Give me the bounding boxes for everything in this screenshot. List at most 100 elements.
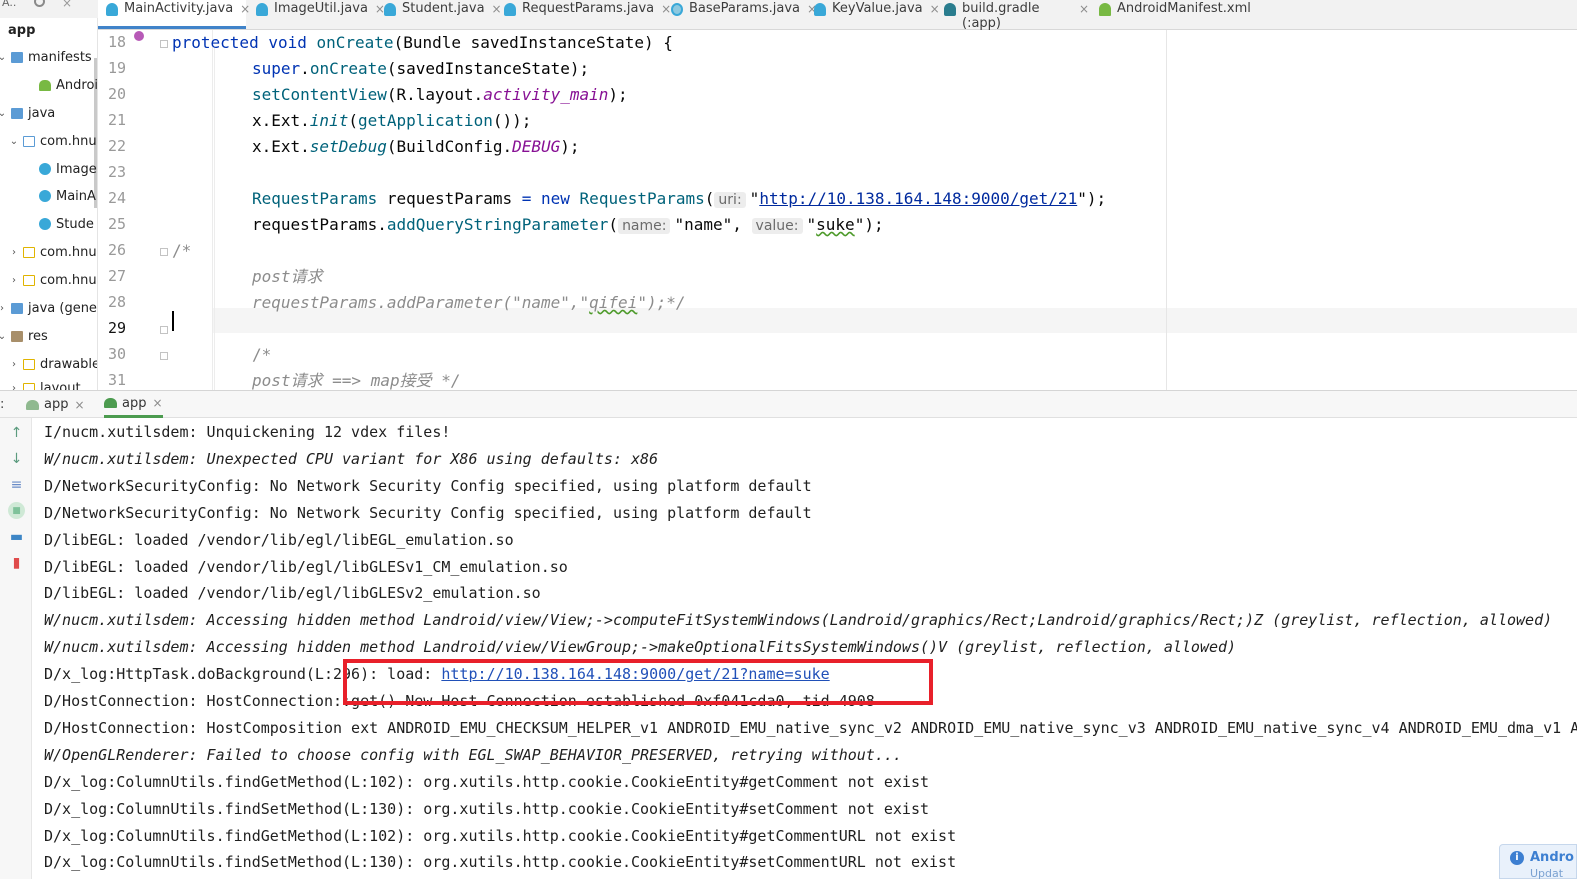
code-line-31[interactable]: post请求 ==> map接受 */ (252, 373, 461, 390)
editor-tab[interactable]: MainActivity.java × (98, 0, 250, 29)
quote: " (1077, 189, 1087, 208)
tree-node-label: res (28, 328, 48, 344)
code-editor[interactable]: 18 19 20 21 22 23 24 25 26 27 28 29 30 31 protected v… (98, 30, 1577, 390)
fold-marker-icon[interactable] (160, 40, 168, 48)
tree-node[interactable]: ⌄ manifests (0, 46, 92, 68)
method-signature: (Bundle savedInstanceState) { (393, 33, 673, 52)
chevron-down-icon[interactable]: ⌄ (0, 108, 8, 119)
log-line: I/nucm.xutilsdem: Unquickening 12 vdex f… (44, 419, 450, 446)
log-text: W/nucm.xutilsdem: Accessing hidden metho… (44, 611, 1553, 630)
target-icon[interactable] (34, 0, 45, 7)
run-tab-bar: : app × app × (0, 390, 1577, 418)
chevron-right-icon[interactable]: › (8, 383, 20, 391)
tree-node[interactable]: ⌄ com.hnuc (8, 130, 98, 152)
up-arrow-icon[interactable]: ↑ (8, 424, 25, 441)
print-icon[interactable]: ▬ (8, 528, 25, 545)
editor-tab[interactable]: AndroidManifest.xml (1091, 0, 1251, 29)
url-string[interactable]: http://10.138.164.148:9000/get/21 (759, 189, 1077, 208)
tree-node-label: com.hnuc (40, 244, 98, 260)
notification-balloon[interactable]: i Andro Updat (1499, 844, 1577, 880)
chevron-right-icon[interactable]: › (8, 359, 20, 370)
chevron-right-icon[interactable]: › (8, 247, 20, 258)
log-text: W/nucm.xutilsdem: Accessing hidden metho… (44, 638, 1237, 657)
tree-node[interactable]: › drawable (8, 353, 97, 375)
quote: " (854, 215, 865, 234)
chevron-down-icon[interactable]: ⌄ (8, 136, 20, 147)
code-line-26[interactable]: /* (172, 243, 191, 270)
code-text: (R.layout. (386, 85, 484, 104)
editor-tab-bar: MainActivity.java × ImageUtil.java × Student… (98, 0, 1577, 31)
tree-node[interactable]: app (0, 19, 35, 41)
tree-node[interactable]: › com.hnuc (8, 241, 98, 263)
editor-tab[interactable]: RequestParams.java × (496, 0, 671, 29)
line-number: 31 (107, 371, 126, 389)
tree-node[interactable]: MainA (24, 185, 96, 207)
log-text: D/libEGL: loaded /vendor/lib/egl/libEGL_… (44, 530, 514, 549)
tree-node-label: com.hnuc (40, 133, 98, 149)
log-line: D/libEGL: loaded /vendor/lib/egl/libGLES… (44, 554, 568, 581)
close-icon[interactable]: × (62, 0, 72, 10)
log-text: I/nucm.xutilsdem: Unquickening 12 vdex f… (44, 423, 451, 441)
close-icon[interactable]: × (74, 398, 84, 412)
editor-tab[interactable]: KeyValue.java × (806, 0, 940, 29)
folder-blue-icon (11, 51, 23, 63)
method-call: onCreate (309, 59, 387, 78)
paren-close: ); (569, 59, 590, 78)
tree-node-label: java (28, 105, 56, 121)
down-arrow-icon[interactable]: ↓ (8, 450, 25, 467)
log-line: W/nucm.xutilsdem: Accessing hidden metho… (44, 634, 1236, 661)
text-caret (172, 311, 174, 331)
run-tab[interactable]: app × (26, 391, 85, 418)
comma: , (732, 215, 752, 234)
tree-node[interactable]: ⌄ res (0, 325, 48, 347)
editor-tab[interactable]: build.gradle (:app) × (936, 0, 1089, 31)
paren-close: ); (560, 137, 580, 156)
tree-node[interactable]: AndroidM (24, 74, 98, 96)
editor-tab-label: build.gradle (:app) (962, 1, 1040, 31)
tree-node[interactable]: › layout (8, 377, 81, 390)
editor-tab[interactable]: ImageUtil.java × (248, 0, 385, 29)
tree-node[interactable]: Stude (24, 213, 94, 235)
close-icon[interactable]: × (152, 396, 162, 410)
code-line-25[interactable]: requestParams.addQueryStringParameter(na… (252, 215, 884, 244)
tree-node[interactable]: › java (genera (0, 297, 97, 319)
paren-close: ); (1086, 189, 1107, 208)
operator: = (521, 189, 532, 208)
code-text: x.Ext. (252, 137, 310, 156)
trash-icon[interactable]: ▮ (8, 554, 25, 571)
tab-close-icon[interactable]: × (1079, 2, 1089, 16)
paren: ( (704, 189, 715, 208)
chevron-down-icon[interactable]: ⌄ (0, 331, 8, 342)
fold-marker-icon[interactable] (160, 326, 168, 334)
tree-node-label: AndroidM (56, 77, 98, 93)
tree-node-label: Stude (56, 216, 94, 232)
code-line-28[interactable]: requestParams.addParameter("name","qifei… (252, 295, 686, 322)
log-text: W/nucm.xutilsdem: Unexpected CPU variant… (44, 449, 659, 468)
run-tab-label: app (44, 397, 69, 412)
tree-node[interactable]: › com.hnuc (8, 269, 97, 291)
run-tab[interactable]: app × (104, 391, 163, 418)
tree-node-label: app (8, 22, 36, 38)
console-output[interactable]: I/nucm.xutilsdem: Unquickening 12 vdex f… (32, 418, 1577, 879)
chevron-right-icon[interactable]: › (0, 303, 8, 314)
string-literal: "name" (674, 215, 733, 234)
override-marker-icon[interactable] (134, 31, 144, 41)
type-name: RequestParams (252, 189, 378, 208)
editor-tab[interactable]: BaseParams.java × (663, 0, 817, 29)
fold-marker-icon[interactable] (160, 352, 168, 360)
scroll-to-end-icon[interactable]: ■ (8, 502, 25, 519)
editor-tab[interactable]: Student.java × (376, 0, 502, 29)
tree-node-label: Image (56, 161, 97, 177)
info-icon: i (1510, 851, 1524, 865)
code-line-22[interactable]: x.Ext.setDebug(BuildConfig.DEBUG); (252, 137, 580, 166)
parameter-hint: name: (618, 218, 671, 234)
chevron-right-icon[interactable]: › (8, 275, 20, 286)
fold-marker-icon[interactable] (160, 248, 168, 256)
tree-node[interactable]: ⌄ java (0, 102, 55, 124)
soft-wrap-icon[interactable]: ≡ (8, 476, 25, 493)
quote: " (749, 189, 760, 208)
tree-node[interactable]: Image (24, 158, 97, 180)
chevron-down-icon[interactable]: ⌄ (0, 52, 8, 63)
method-call: addQueryStringParameter (386, 215, 609, 234)
indent-guide (214, 48, 215, 390)
